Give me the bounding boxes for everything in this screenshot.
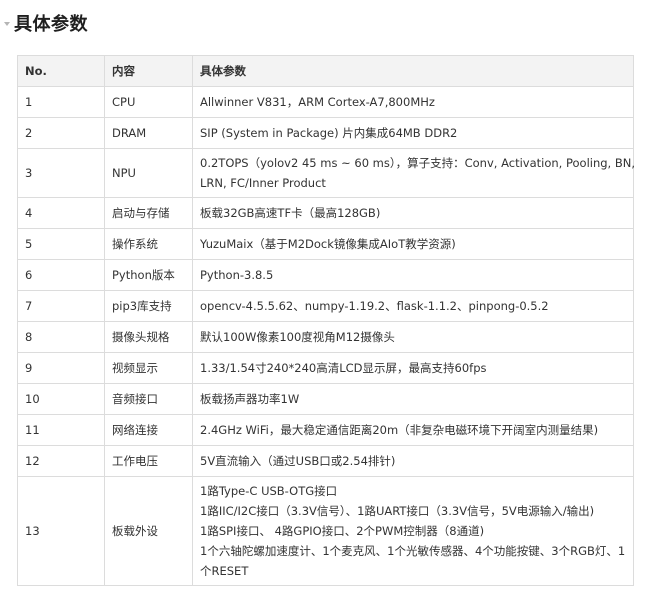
spec-line: Python-3.8.5	[200, 268, 274, 282]
spec-line: opencv-4.5.5.62、numpy-1.19.2、flask-1.1.2…	[200, 299, 549, 313]
cell-item: pip3库支持	[104, 290, 193, 322]
table-row: 2 DRAM SIP (System in Package) 片内集成64MB DD…	[17, 117, 634, 149]
spec-line: 1.33/1.54寸240*240高清LCD显示屏，最高支持60fps	[200, 361, 487, 375]
header-no: No.	[17, 55, 105, 87]
cell-spec: YuzuMaix（基于M2Dock镜像集成AIoT教学资源)	[192, 228, 634, 260]
spec-table: No. 内容 具体参数 1 CPU Allwinner V831，ARM Corte…	[17, 55, 635, 586]
spec-line: 板载32GB高速TF卡（最高128GB)	[200, 206, 381, 220]
spec-line: 5V直流输入（通过USB口或2.54排针)	[200, 454, 396, 468]
spec-line: LRN, FC/Inner Product	[200, 176, 326, 190]
cell-no: 6	[17, 259, 105, 291]
table-row: 9 视频显示 1.33/1.54寸240*240高清LCD显示屏，最高支持60fps	[17, 352, 634, 384]
table-row: 8 摄像头规格 默认100W像素100度视角M12摄像头	[17, 321, 634, 353]
cell-spec: 板载扬声器功率1W	[192, 383, 634, 415]
cell-no: 2	[17, 117, 105, 149]
table-row: 6 Python版本 Python-3.8.5	[17, 259, 634, 291]
cell-spec: 0.2TOPS（yolov2 45 ms ~ 60 ms），算子支持：Conv,…	[192, 148, 635, 198]
spec-line: 2.4GHz WiFi，最大稳定通信距离20m（非复杂电磁环境下开阔室内测量结果…	[200, 423, 599, 437]
spec-line: 1路IIC/I2C接口（3.3V信号）、1路UART接口（3.3V信号，5V电源…	[200, 504, 595, 518]
cell-item: DRAM	[104, 117, 193, 149]
cell-item: CPU	[104, 86, 193, 118]
table-row: 11 网络连接 2.4GHz WiFi，最大稳定通信距离20m（非复杂电磁环境下开阔…	[17, 414, 634, 446]
cell-spec: SIP (System in Package) 片内集成64MB DDR2	[192, 117, 634, 149]
table-row: 13 板载外设 1路Type-C USB-OTG接口 1路IIC/I2C接口（3.3V…	[17, 476, 634, 586]
table-row: 5 操作系统 YuzuMaix（基于M2Dock镜像集成AIoT教学资源)	[17, 228, 634, 260]
table-row: 4 启动与存储 板载32GB高速TF卡（最高128GB)	[17, 197, 634, 229]
cell-item: Python版本	[104, 259, 193, 291]
cell-spec: Allwinner V831，ARM Cortex-A7,800MHz	[192, 86, 634, 118]
cell-item: 视频显示	[104, 352, 193, 384]
section-heading: 具体参数	[0, 8, 88, 38]
table-row: 12 工作电压 5V直流输入（通过USB口或2.54排针)	[17, 445, 634, 477]
cell-item: 摄像头规格	[104, 321, 193, 353]
table-row: 10 音频接口 板载扬声器功率1W	[17, 383, 634, 415]
cell-item: 板载外设	[104, 476, 193, 586]
cell-spec: 1路Type-C USB-OTG接口 1路IIC/I2C接口（3.3V信号）、1路…	[192, 476, 634, 586]
cell-spec: opencv-4.5.5.62、numpy-1.19.2、flask-1.1.2…	[192, 290, 634, 322]
cell-spec: 默认100W像素100度视角M12摄像头	[192, 321, 634, 353]
spec-line: 默认100W像素100度视角M12摄像头	[200, 330, 395, 344]
table-body: 1 CPU Allwinner V831，ARM Cortex-A7,800MHz 2…	[17, 86, 635, 586]
cell-spec: Python-3.8.5	[192, 259, 634, 291]
cell-item: 启动与存储	[104, 197, 193, 229]
cell-spec: 1.33/1.54寸240*240高清LCD显示屏，最高支持60fps	[192, 352, 634, 384]
table-row: 1 CPU Allwinner V831，ARM Cortex-A7,800MHz	[17, 86, 634, 118]
header-item: 内容	[104, 55, 193, 87]
spec-line: YuzuMaix（基于M2Dock镜像集成AIoT教学资源)	[200, 237, 456, 251]
spec-line: Allwinner V831，ARM Cortex-A7,800MHz	[200, 95, 435, 109]
cell-item: NPU	[104, 148, 193, 198]
spec-line: SIP (System in Package) 片内集成64MB DDR2	[200, 126, 458, 140]
cell-no: 11	[17, 414, 105, 446]
table-row: 3 NPU 0.2TOPS（yolov2 45 ms ~ 60 ms），算子支持：C…	[17, 148, 635, 198]
spec-line: 1个六轴陀螺加速度计、1个麦克风、1个光敏传感器、4个功能按键、3个RGB灯、1	[200, 544, 626, 558]
spec-line: 1路Type-C USB-OTG接口	[200, 484, 338, 498]
cell-item: 操作系统	[104, 228, 193, 260]
cell-no: 1	[17, 86, 105, 118]
spec-line: 1路SPI接口、 4路GPIO接口、2个PWM控制器（8通道)	[200, 524, 485, 538]
spec-line: 板载扬声器功率1W	[200, 392, 300, 406]
table-header-row: No. 内容 具体参数	[17, 55, 634, 87]
spec-line: 个RESET	[200, 564, 249, 578]
cell-no: 4	[17, 197, 105, 229]
cell-spec: 5V直流输入（通过USB口或2.54排针)	[192, 445, 634, 477]
table-row: 7 pip3库支持 opencv-4.5.5.62、numpy-1.19.2、fla…	[17, 290, 634, 322]
cell-item: 网络连接	[104, 414, 193, 446]
cell-no: 12	[17, 445, 105, 477]
cell-spec: 2.4GHz WiFi，最大稳定通信距离20m（非复杂电磁环境下开阔室内测量结果…	[192, 414, 634, 446]
cell-no: 8	[17, 321, 105, 353]
cell-item: 音频接口	[104, 383, 193, 415]
cell-no: 9	[17, 352, 105, 384]
header-spec: 具体参数	[192, 55, 634, 87]
cell-no: 10	[17, 383, 105, 415]
spec-line: 0.2TOPS（yolov2 45 ms ~ 60 ms），算子支持：Conv,…	[200, 156, 635, 170]
cell-no: 13	[17, 476, 105, 586]
cell-no: 7	[17, 290, 105, 322]
collapse-triangle-icon[interactable]	[4, 22, 10, 26]
cell-spec: 板载32GB高速TF卡（最高128GB)	[192, 197, 634, 229]
cell-no: 5	[17, 228, 105, 260]
cell-item: 工作电压	[104, 445, 193, 477]
section-title: 具体参数	[14, 14, 88, 35]
cell-no: 3	[17, 148, 105, 198]
